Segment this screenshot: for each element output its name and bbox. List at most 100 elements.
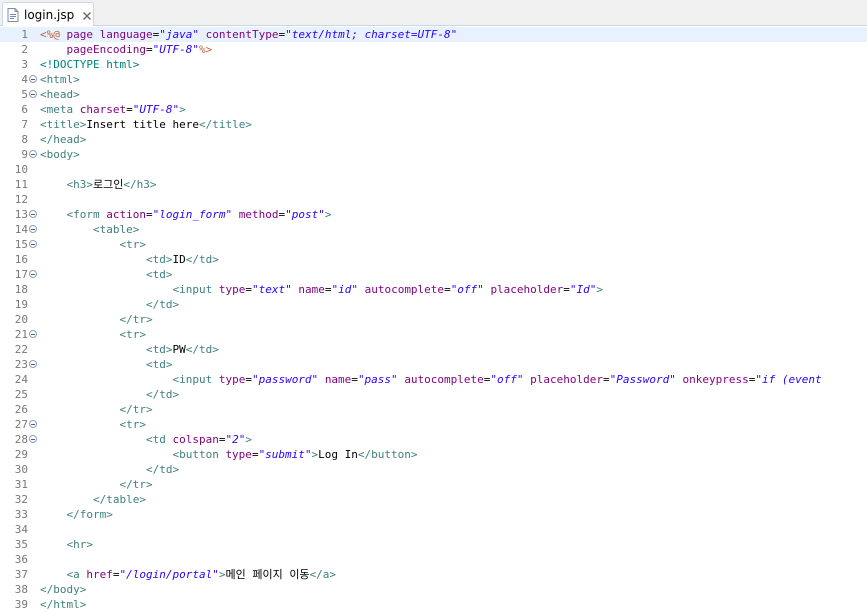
code-line[interactable]: 22 <td>PW</td> [0, 342, 867, 357]
code-line[interactable]: 38 </body> [0, 582, 867, 597]
code-line[interactable]: 5 <head> [0, 87, 867, 102]
code-line[interactable]: 26 </tr> [0, 402, 867, 417]
code-editor[interactable]: 1 <%@ page language="java" contentType="t… [0, 27, 867, 614]
fold-toggle-icon[interactable] [29, 435, 37, 443]
line-gutter: 29 [0, 447, 40, 462]
close-icon[interactable] [82, 10, 92, 20]
line-number: 22 [14, 343, 28, 356]
line-gutter: 4 [0, 72, 40, 87]
fold-toggle-icon[interactable] [29, 90, 37, 98]
fold-toggle-icon[interactable] [29, 270, 37, 278]
line-gutter: 16 [0, 252, 40, 267]
code-line[interactable]: 24 <input type="password" name="pass" au… [0, 372, 867, 387]
line-number: 4 [21, 73, 28, 86]
code-line[interactable]: 29 <button type="submit">Log In</button> [0, 447, 867, 462]
code-text: </tr> [40, 312, 152, 327]
line-number: 31 [14, 478, 28, 491]
code-line[interactable]: 20 </tr> [0, 312, 867, 327]
line-gutter: 3 [0, 57, 40, 72]
code-line[interactable]: 10 [0, 162, 867, 177]
code-token: <td> [145, 268, 173, 281]
code-token: "submit" [258, 448, 312, 461]
code-token: action [106, 208, 146, 221]
code-line[interactable]: 34 [0, 522, 867, 537]
code-token: <button [172, 448, 219, 461]
code-token: <form [66, 208, 100, 221]
code-text: <td> [40, 267, 173, 282]
code-line[interactable]: 15 <tr> [0, 237, 867, 252]
code-line[interactable]: 33 </form> [0, 507, 867, 522]
code-line[interactable]: 8 </head> [0, 132, 867, 147]
code-text: <h3>로그인</h3> [40, 177, 157, 192]
code-line[interactable]: 16 <td>ID</td> [0, 252, 867, 267]
code-line[interactable]: 21 <tr> [0, 327, 867, 342]
code-line[interactable]: 19 </td> [0, 297, 867, 312]
fold-toggle-icon[interactable] [29, 150, 37, 158]
code-line[interactable]: 3 <!DOCTYPE html> [0, 57, 867, 72]
line-gutter: 21 [0, 327, 40, 342]
code-text: </body> [40, 582, 86, 597]
fold-toggle-icon[interactable] [29, 420, 37, 428]
line-number: 12 [14, 193, 28, 206]
code-line[interactable]: 37 <a href="/login/portal">메인 페이지 이동</a> [0, 567, 867, 582]
code-token: type [225, 448, 252, 461]
code-line[interactable]: 25 </td> [0, 387, 867, 402]
fold-toggle-icon[interactable] [29, 240, 37, 248]
code-line[interactable]: 17 <td> [0, 267, 867, 282]
code-text: <button type="submit">Log In</button> [40, 447, 417, 462]
code-token: <title> [40, 118, 87, 131]
code-token: <head> [40, 88, 80, 101]
line-number: 18 [14, 283, 28, 296]
fold-toggle-icon[interactable] [29, 210, 37, 218]
code-token: name [298, 283, 325, 296]
code-line[interactable]: 28 <td colspan="2"> [0, 432, 867, 447]
line-number: 13 [14, 208, 28, 221]
code-token: <input [172, 283, 213, 296]
tab-login-jsp[interactable]: login.jsp [2, 2, 94, 26]
code-token: <input [172, 373, 213, 386]
code-line[interactable]: 31 </tr> [0, 477, 867, 492]
code-token: </td> [145, 388, 180, 401]
code-line[interactable]: 2 pageEncoding="UTF-8"%> [0, 42, 867, 57]
fold-toggle-icon[interactable] [29, 360, 37, 368]
code-line[interactable]: 23 <td> [0, 357, 867, 372]
code-line[interactable]: 30 </td> [0, 462, 867, 477]
code-line[interactable]: 11 <h3>로그인</h3> [0, 177, 867, 192]
code-line[interactable]: 27 <tr> [0, 417, 867, 432]
fold-toggle-icon[interactable] [29, 75, 37, 83]
code-token: "UTF-8" [132, 103, 180, 116]
code-line[interactable]: 14 <table> [0, 222, 867, 237]
code-line[interactable]: 12 [0, 192, 867, 207]
code-line[interactable]: 35 <hr> [0, 537, 867, 552]
code-token: = [251, 448, 259, 461]
code-line[interactable]: 32 </table> [0, 492, 867, 507]
code-token: <a [66, 568, 80, 581]
line-number: 36 [14, 553, 28, 566]
fold-toggle-icon[interactable] [29, 330, 37, 338]
line-number: 8 [21, 133, 28, 146]
code-token: </td> [145, 298, 180, 311]
line-number: 27 [14, 418, 28, 431]
code-line[interactable]: 4 <html> [0, 72, 867, 87]
code-line[interactable]: 7 <title>Insert title here</title> [0, 117, 867, 132]
code-token: </body> [40, 583, 87, 596]
code-line[interactable]: 6 <meta charset="UTF-8"> [0, 102, 867, 117]
code-token: "login_form" [152, 208, 233, 221]
code-line[interactable]: 39 </html> [0, 597, 867, 612]
code-line[interactable]: 18 <input type="text" name="id" autocomp… [0, 282, 867, 297]
code-line[interactable]: 13 <form action="login_form" method="pos… [0, 207, 867, 222]
code-line[interactable]: 9 <body> [0, 147, 867, 162]
code-token: </a> [309, 568, 337, 581]
line-gutter: 27 [0, 417, 40, 432]
code-token: method [238, 208, 279, 221]
code-line[interactable]: 36 [0, 552, 867, 567]
fold-toggle-icon[interactable] [29, 225, 37, 233]
code-token: "java" [159, 28, 199, 41]
code-line[interactable]: 1 <%@ page language="java" contentType="t… [0, 27, 867, 42]
code-token: </table> [92, 493, 146, 506]
